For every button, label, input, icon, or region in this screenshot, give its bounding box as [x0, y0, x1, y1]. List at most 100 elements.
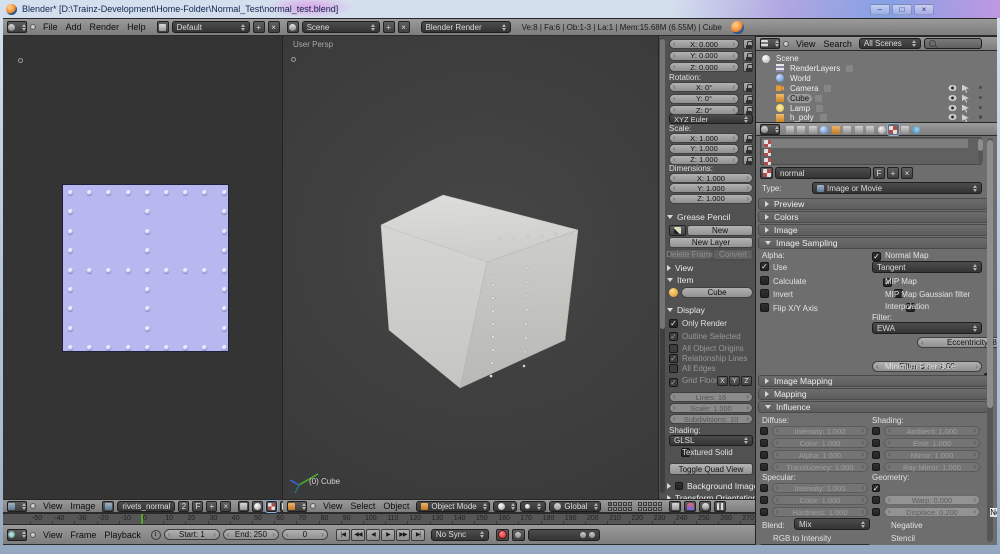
dimension-x[interactable]: X: 1.000 [669, 173, 753, 183]
geometry-checkbox[interactable] [872, 496, 880, 504]
restrict-cursor-icon[interactable] [962, 105, 969, 113]
sampling-checkbox-invert[interactable] [760, 289, 769, 298]
menu-image[interactable]: Image [66, 501, 99, 511]
play-reverse-button[interactable]: ◀ [366, 529, 380, 541]
add-layout-button[interactable]: + [253, 21, 265, 33]
specular-checkbox[interactable] [760, 496, 768, 504]
add-scene-button[interactable]: + [383, 21, 395, 33]
layer-cell[interactable] [618, 507, 622, 511]
background-images-section[interactable]: Background Images [667, 481, 755, 491]
layer-cell[interactable] [628, 502, 632, 506]
render-opengl-icon[interactable] [699, 501, 711, 512]
display-field[interactable]: Lines: 16 [669, 392, 753, 402]
unlink-image-button[interactable]: × [220, 501, 231, 512]
specular-slider[interactable]: Hardness: 1.000 [772, 507, 868, 517]
slot-list-scrollbar[interactable] [978, 138, 983, 163]
fake-user-button[interactable]: F [873, 167, 885, 179]
new-layer-button[interactable]: New Layer [669, 237, 753, 248]
colors-section[interactable]: Colors [758, 211, 988, 223]
lock-icon[interactable] [743, 51, 753, 61]
mapping-section[interactable]: Mapping [758, 388, 988, 400]
layer-cell[interactable] [648, 507, 652, 511]
texture-slot-row[interactable] [762, 157, 968, 166]
item-name-field[interactable]: Cube [681, 287, 753, 298]
dimension-y[interactable]: Y: 1.000 [669, 183, 753, 193]
new-texture-button[interactable]: + [887, 167, 899, 179]
tab-texture[interactable] [888, 124, 899, 135]
layer-cell[interactable] [653, 507, 657, 511]
tab-material[interactable] [876, 124, 887, 135]
image-sampling-section[interactable]: Image Sampling [758, 237, 988, 249]
outliner-row-camera[interactable]: Camera [776, 84, 831, 93]
preview-section[interactable]: Preview [758, 198, 988, 210]
display-checkbox[interactable] [669, 332, 678, 341]
tab-render[interactable] [784, 124, 795, 135]
menu-playback[interactable]: Playback [100, 530, 145, 540]
fake-user-button[interactable]: F [192, 501, 203, 512]
clock-icon[interactable] [151, 530, 161, 540]
display-section[interactable]: Display [667, 305, 705, 315]
scale-y[interactable]: Y: 1.000 [669, 144, 739, 154]
normal-map-checkbox[interactable] [872, 252, 881, 261]
shading-checkbox[interactable] [872, 451, 880, 459]
texture-slot-row[interactable] [762, 148, 968, 157]
screen-layout-browse-button[interactable] [157, 21, 169, 33]
editor-type-button[interactable] [7, 529, 27, 541]
diffuse-checkbox[interactable] [760, 463, 768, 471]
layer-cell[interactable] [623, 502, 627, 506]
grid-axis-z-button[interactable]: Z [741, 376, 752, 386]
tab-world[interactable] [819, 124, 830, 135]
rotation-mode-dropdown[interactable]: XYZ Euler [669, 114, 753, 124]
grease-pencil-draw-icon[interactable] [669, 225, 686, 236]
diffuse-checkbox[interactable] [760, 427, 768, 435]
image-users-button[interactable]: 2 [178, 501, 189, 512]
lock-icon[interactable] [743, 155, 753, 165]
specular-slider[interactable]: Color: 1.000 [772, 495, 868, 505]
outliner-row-scene[interactable]: Scene [762, 54, 802, 63]
transform-orientations-section[interactable]: Transform Orientations [667, 493, 755, 499]
titlebar[interactable]: Blender* [D:\Trainz-Development\Home-Fol… [0, 0, 1000, 18]
delete-frame-button[interactable]: Delete Frame [669, 249, 712, 260]
lock-to-scene-icon[interactable] [669, 501, 681, 512]
normal-space-dropdown[interactable]: Tangent [872, 261, 982, 273]
keying-set-field[interactable] [528, 529, 600, 541]
shading-checkbox[interactable] [872, 439, 880, 447]
layer-cell[interactable] [658, 507, 662, 511]
view-section[interactable]: View [667, 263, 693, 273]
tab-modifiers[interactable] [853, 124, 864, 135]
geometry-checkbox[interactable] [872, 508, 880, 516]
texture-slot-row[interactable] [762, 139, 968, 148]
header-options-dot[interactable] [310, 503, 316, 509]
geometry-slider[interactable]: Warp: 0.000 [884, 495, 980, 505]
lock-icon[interactable] [743, 105, 753, 115]
layer-cell[interactable] [618, 502, 622, 506]
rotation-x[interactable]: X: 0° [669, 82, 739, 92]
uv-image-editor[interactable] [3, 36, 283, 499]
shading-checkbox[interactable] [872, 463, 880, 471]
orientation-dropdown[interactable]: Global [549, 501, 601, 512]
toggle-quad-view-button[interactable]: Toggle Quad View [669, 463, 753, 475]
grid-floor-checkbox[interactable] [669, 378, 678, 387]
restrict-cursor-icon[interactable] [962, 114, 969, 122]
layer-cell[interactable] [608, 507, 612, 511]
editor-type-button[interactable] [760, 38, 780, 49]
shading-dropdown[interactable] [493, 501, 517, 512]
restrict-cursor-icon[interactable] [962, 85, 969, 93]
display-field[interactable]: Scale: 1.000 [669, 403, 753, 413]
image-browse-button[interactable] [102, 501, 114, 512]
specular-slider[interactable]: Intensity: 1.000 [772, 483, 868, 493]
scale-z[interactable]: Z: 1.000 [669, 155, 739, 165]
geometry-slider[interactable]: Normal: 1.000 [990, 508, 997, 517]
next-keyframe-button[interactable]: ▶▶ [396, 529, 410, 541]
geometry-checkbox[interactable] [872, 484, 880, 492]
sync-dropdown[interactable]: No Sync [431, 529, 489, 541]
play-button[interactable]: ▶ [381, 529, 395, 541]
layer-cell[interactable] [653, 502, 657, 506]
display-checkbox[interactable] [669, 354, 678, 363]
editor-type-button[interactable] [760, 124, 780, 135]
blend-color-swatch[interactable] [760, 544, 870, 545]
shading-mode-dropdown[interactable]: GLSL [669, 435, 753, 446]
outliner-search-input[interactable] [924, 38, 982, 49]
menu-view[interactable]: View [792, 39, 819, 49]
normal-map-image[interactable] [63, 185, 228, 351]
